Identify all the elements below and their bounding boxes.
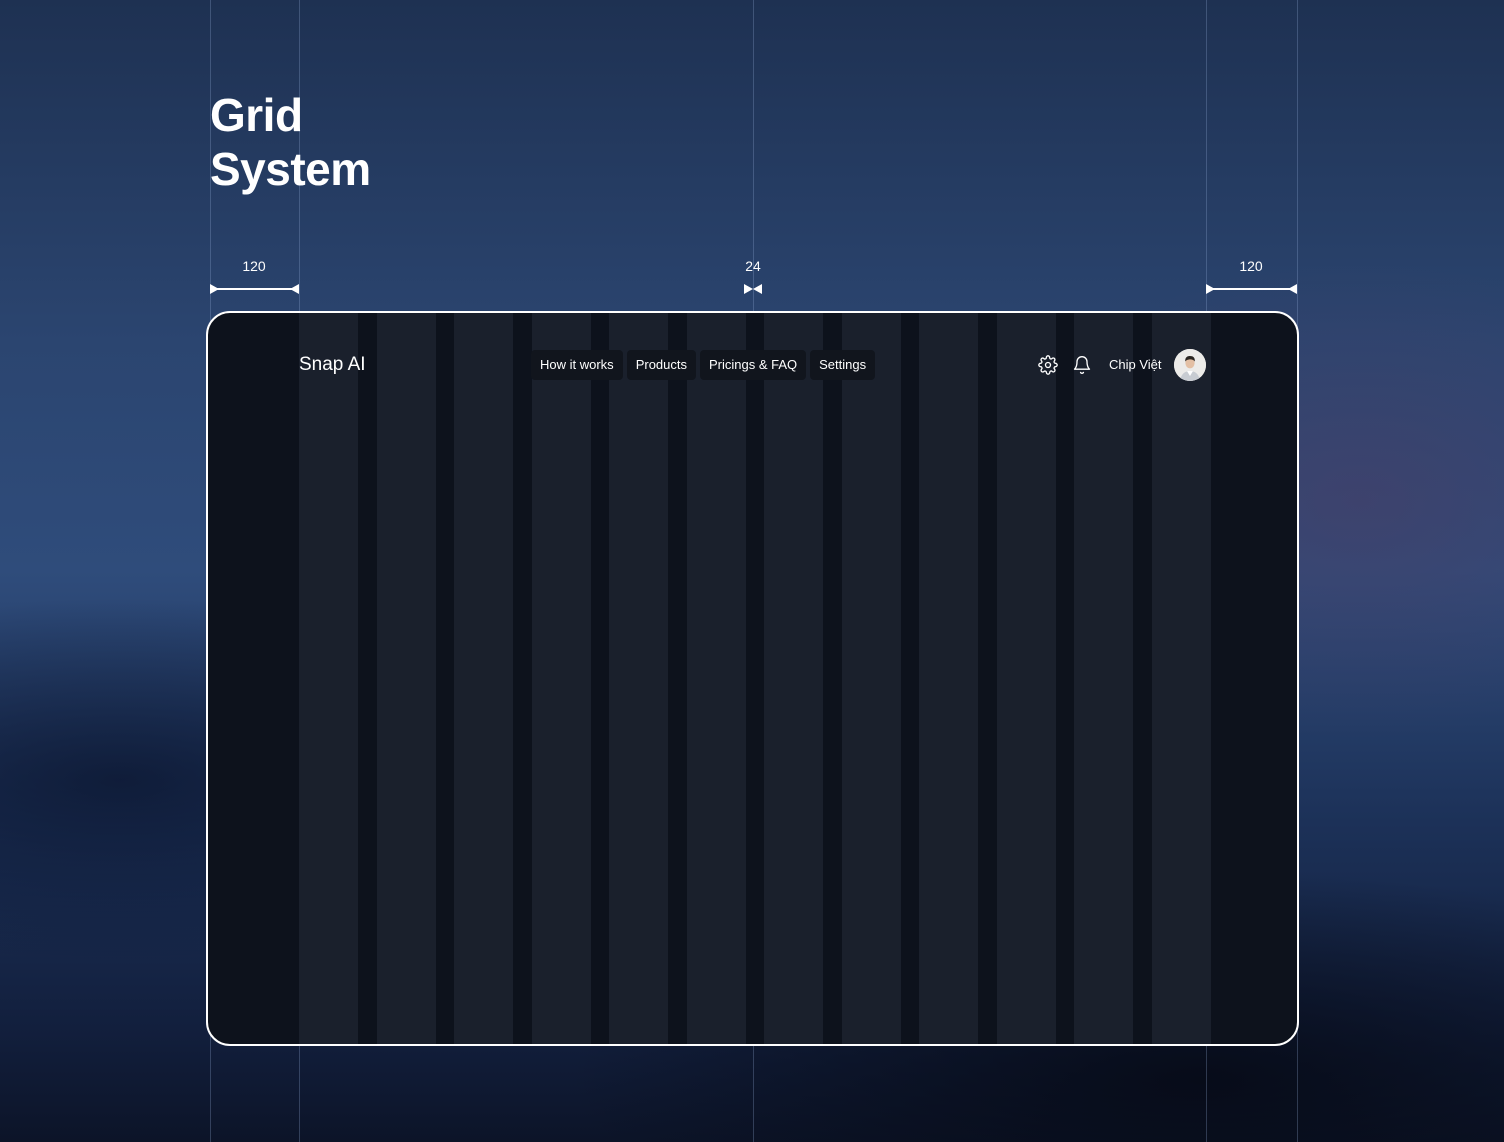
grid-column <box>1074 313 1133 1044</box>
right-margin-arrow-end <box>1288 284 1297 294</box>
page-title-line-1: Grid <box>210 89 303 141</box>
grid-column <box>686 313 746 1044</box>
gear-icon[interactable] <box>1038 355 1058 375</box>
grid-column <box>609 313 668 1044</box>
gutter-arrow-right <box>753 284 762 294</box>
main-menu: How it works Products Pricings & FAQ Set… <box>531 350 876 380</box>
gutter-label: 24 <box>745 258 761 274</box>
grid-column <box>841 313 901 1044</box>
left-margin-arrow-end <box>290 284 299 294</box>
user-name[interactable]: Chip Việt <box>1109 357 1162 372</box>
top-navbar: Snap AI How it works Products Pricings &… <box>208 349 1297 381</box>
right-margin-label: 120 <box>1239 258 1263 274</box>
grid-column <box>376 313 436 1044</box>
left-margin-arrow-start <box>210 284 219 294</box>
app-logo[interactable]: Snap AI <box>299 354 366 376</box>
page-title: Grid System <box>210 88 371 196</box>
menu-item-pricings-faq[interactable]: Pricings & FAQ <box>700 350 807 380</box>
right-margin-arrow-start <box>1206 284 1215 294</box>
grid-column <box>1151 313 1211 1044</box>
right-margin-line <box>1208 288 1296 290</box>
menu-item-products[interactable]: Products <box>626 350 696 380</box>
grid-column <box>454 313 513 1044</box>
bell-icon[interactable] <box>1072 355 1092 375</box>
user-avatar[interactable] <box>1174 349 1206 381</box>
left-margin-line <box>211 288 297 290</box>
grid-column <box>299 313 358 1044</box>
menu-item-how-it-works[interactable]: How it works <box>531 350 623 380</box>
menu-item-settings[interactable]: Settings <box>810 350 876 380</box>
grid-column <box>919 313 978 1044</box>
gutter-arrow-left <box>744 284 753 294</box>
grid-column <box>996 313 1056 1044</box>
page-title-line-2: System <box>210 143 371 195</box>
app-frame: Snap AI How it works Products Pricings &… <box>206 311 1299 1046</box>
left-margin-label: 120 <box>242 258 266 274</box>
grid-column <box>764 313 823 1044</box>
grid-column <box>531 313 591 1044</box>
